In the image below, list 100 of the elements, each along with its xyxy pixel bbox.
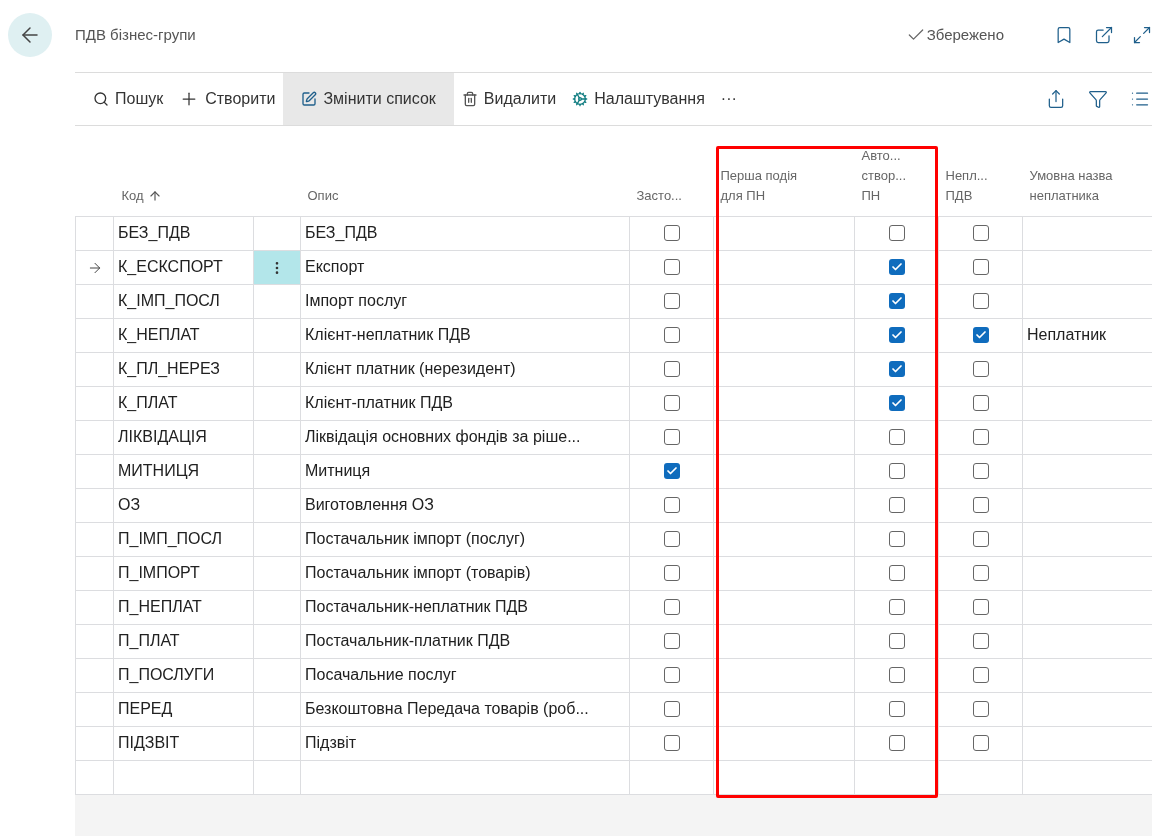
checkbox[interactable] xyxy=(972,497,989,513)
checkbox[interactable] xyxy=(888,701,905,717)
checkbox[interactable] xyxy=(972,735,989,751)
checkbox[interactable] xyxy=(663,361,680,377)
checkbox[interactable] xyxy=(888,395,905,411)
checkbox[interactable] xyxy=(972,565,989,581)
checkbox[interactable] xyxy=(972,361,989,377)
table-row[interactable]: ОЗ Виготовлення ОЗ xyxy=(75,488,1152,522)
checkbox[interactable] xyxy=(663,463,680,479)
checkbox[interactable] xyxy=(888,599,905,615)
checkbox[interactable] xyxy=(663,565,680,581)
checkbox[interactable] xyxy=(663,497,680,513)
table-row[interactable]: П_ІМПОРТ Постачальник імпорт (товарів) xyxy=(75,556,1152,590)
checkbox[interactable] xyxy=(972,463,989,479)
table-row[interactable]: К_ІМП_ПОСЛ Імпорт послуг xyxy=(75,284,1152,318)
table-cell: ПЕРЕД xyxy=(118,700,173,717)
checkbox[interactable] xyxy=(663,599,680,615)
checkbox[interactable] xyxy=(663,531,680,547)
column-header[interactable]: Авто... створ... ПН xyxy=(861,145,906,206)
table-row[interactable]: МИТНИЦЯ Митниця xyxy=(75,454,1152,488)
table-row[interactable]: К_НЕПЛАТ Клієнт-неплатник ПДВ Неплатник xyxy=(75,318,1152,352)
checkbox[interactable] xyxy=(972,293,989,309)
column-header[interactable]: Непл... ПДВ xyxy=(945,165,988,206)
edit-list-icon xyxy=(301,91,318,107)
toolbar-button[interactable]: Створити xyxy=(171,73,284,125)
share-icon[interactable] xyxy=(1046,89,1066,109)
checkbox[interactable] xyxy=(888,293,905,309)
toolbar-button[interactable]: Налаштування xyxy=(564,73,713,125)
checkbox[interactable] xyxy=(972,259,989,275)
checkbox[interactable] xyxy=(663,395,680,411)
checkbox[interactable] xyxy=(888,667,905,683)
filter-icon[interactable] xyxy=(1088,89,1108,109)
column-header[interactable]: Умовна назва неплатника xyxy=(1029,165,1113,206)
table-row[interactable]: К_ПЛ_НЕРЕЗ Клієнт платник (нерезидент) xyxy=(75,352,1152,386)
checkbox[interactable] xyxy=(888,429,905,445)
checkbox[interactable] xyxy=(972,429,989,445)
table-cell: П_НЕПЛАТ xyxy=(118,598,202,615)
pop-out-icon[interactable] xyxy=(1094,25,1114,45)
table-cell: К_ІМП_ПОСЛ xyxy=(118,292,220,309)
table-cell: Клієнт-платник ПДВ xyxy=(305,394,453,411)
toolbar-button[interactable]: Змінити список xyxy=(283,73,454,125)
table-cell: Експорт xyxy=(305,258,365,275)
checkbox[interactable] xyxy=(972,667,989,683)
table-cell: Виготовлення ОЗ xyxy=(305,496,434,513)
checkbox[interactable] xyxy=(663,429,680,445)
checkbox[interactable] xyxy=(888,531,905,547)
table-row[interactable]: ПІДЗВІТ Підзвіт xyxy=(75,726,1152,760)
toolbar-button[interactable]: Пошук xyxy=(85,73,172,125)
table-cell: К_ЕСКСПОРТ xyxy=(118,258,223,275)
checkbox[interactable] xyxy=(888,565,905,581)
checkmark-icon xyxy=(890,261,903,273)
table-row[interactable]: ПЕРЕД Безкоштовна Передача товарів (роб... xyxy=(75,692,1152,726)
checkbox[interactable] xyxy=(663,327,680,343)
checkbox[interactable] xyxy=(972,599,989,615)
checkbox[interactable] xyxy=(663,735,680,751)
column-header[interactable]: Код xyxy=(121,185,144,206)
checkbox[interactable] xyxy=(888,633,905,649)
column-header[interactable]: Перша подія для ПН xyxy=(720,165,798,206)
column-header[interactable]: Засто... xyxy=(636,185,682,206)
column-header[interactable]: Опис xyxy=(307,185,339,206)
table-row[interactable]: П_ІМП_ПОСЛ Постачальник імпорт (послуг) xyxy=(75,522,1152,556)
table-row[interactable]: К_ПЛАТ Клієнт-платник ПДВ xyxy=(75,386,1152,420)
table-row[interactable]: БЕЗ_ПДВ БЕЗ_ПДВ xyxy=(75,216,1152,250)
checkbox[interactable] xyxy=(663,259,680,275)
checkbox[interactable] xyxy=(888,497,905,513)
checkbox[interactable] xyxy=(972,327,989,343)
table-row[interactable]: П_НЕПЛАТ Постачальник-неплатник ПДВ xyxy=(75,590,1152,624)
checkbox[interactable] xyxy=(888,361,905,377)
table-row[interactable]: К_ЕСКСПОРТ Експорт xyxy=(75,250,1152,284)
checkbox[interactable] xyxy=(888,327,905,343)
checkbox[interactable] xyxy=(972,225,989,241)
table-row[interactable]: П_ПЛАТ Постачальник-платник ПДВ xyxy=(75,624,1152,658)
checkbox[interactable] xyxy=(888,463,905,479)
table-cell: Клієнт платник (нерезидент) xyxy=(305,360,516,377)
table-row[interactable]: П_ПОСЛУГИ Посачальние послуг xyxy=(75,658,1152,692)
checkbox[interactable] xyxy=(972,531,989,547)
checkbox[interactable] xyxy=(888,225,905,241)
search-icon xyxy=(93,91,109,107)
table-row[interactable]: ЛІКВІДАЦІЯ Ліквідація основних фондів за ріше... xyxy=(75,420,1152,454)
checkbox[interactable] xyxy=(972,395,989,411)
checkbox[interactable] xyxy=(888,735,905,751)
table-cell: П_ІМПОРТ xyxy=(118,564,200,581)
table-cell: БЕЗ_ПДВ xyxy=(305,224,378,241)
toolbar-button[interactable]: Видалити xyxy=(453,73,565,125)
table-cell: БЕЗ_ПДВ xyxy=(118,224,191,241)
table-cell: МИТНИЦЯ xyxy=(118,462,200,479)
checkbox[interactable] xyxy=(663,293,680,309)
table-cell: Ліквідація основних фондів за ріше... xyxy=(305,428,581,445)
checkbox[interactable] xyxy=(888,259,905,275)
table-cell: Імпорт послуг xyxy=(305,292,408,309)
checkmark-icon xyxy=(890,329,903,341)
more-button[interactable]: ··· xyxy=(712,73,745,125)
expand-icon[interactable] xyxy=(1132,25,1152,45)
checkbox[interactable] xyxy=(663,667,680,683)
checkbox[interactable] xyxy=(663,225,680,241)
back-button[interactable] xyxy=(8,13,52,57)
checkbox[interactable] xyxy=(663,633,680,649)
checkbox[interactable] xyxy=(972,701,989,717)
checkbox[interactable] xyxy=(972,633,989,649)
checkbox[interactable] xyxy=(663,701,680,717)
